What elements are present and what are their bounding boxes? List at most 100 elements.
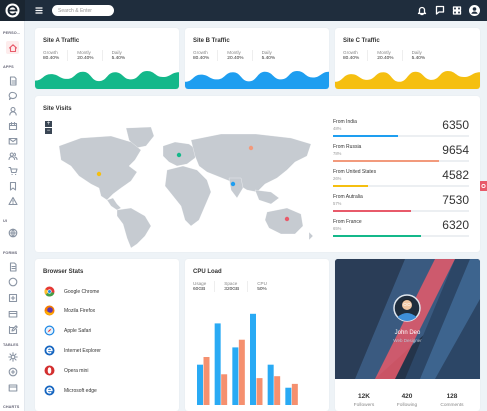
- sidebar-item-calendar[interactable]: [8, 121, 18, 131]
- cpu-bar: [256, 378, 263, 405]
- stat-usage: Usage 60GB: [193, 281, 216, 292]
- sidebar-item-contacts[interactable]: [8, 106, 18, 116]
- progress-fill: [333, 160, 440, 162]
- mail-icon: [8, 137, 18, 145]
- browser-name: Mozila Firefox: [64, 308, 96, 314]
- stat-label: CPU: [257, 281, 267, 286]
- cpu-load-card: CPU Load Usage 60GB Space 320GB CPU 50%: [185, 259, 329, 411]
- stat-label: Daily: [111, 50, 122, 55]
- sidebar-item-ui-elements[interactable]: [8, 228, 18, 238]
- cpu-bar: [214, 323, 221, 405]
- country-name: From India: [333, 119, 357, 125]
- traffic-stats: Growth 80.40% Montly 20.40% Daily 5.40%: [43, 50, 142, 61]
- profile-stat-value: 128: [446, 393, 458, 400]
- edge-icon: [44, 385, 55, 396]
- map-new-zealand: [308, 231, 314, 241]
- cpu-bar: [221, 374, 228, 405]
- stat-label: Usage: [193, 281, 207, 286]
- cpu-bar: [197, 364, 203, 405]
- settings-toggle[interactable]: [479, 181, 487, 191]
- country-percent: 57%: [333, 201, 342, 206]
- stat-daily: Daily 5.40%: [112, 50, 134, 61]
- cpu-bar: [232, 347, 239, 405]
- sidebar-item-form-validation[interactable]: [8, 277, 18, 287]
- stat-label: Growth: [193, 50, 208, 55]
- sidebar-item-chat[interactable]: [8, 91, 18, 101]
- browser-row[interactable]: Apple Safari 07%: [44, 325, 200, 337]
- stat-value: 5.40%: [261, 56, 276, 61]
- sidebar-item-dashboard[interactable]: [6, 41, 19, 54]
- sidebar-item-alerts[interactable]: [8, 196, 18, 206]
- opera-icon: [44, 365, 55, 376]
- profile-cover-background: [335, 259, 480, 379]
- sidebar-item-notes[interactable]: [8, 76, 18, 86]
- world-map: [58, 126, 314, 248]
- sidebar-section-ui: UI: [3, 219, 7, 223]
- ie-icon: [44, 345, 55, 356]
- cpu-stats: Usage 60GB Space 320GB CPU 50%: [193, 281, 284, 292]
- sidebar-section-apps: APPS: [3, 65, 14, 69]
- globe-icon: [8, 228, 18, 238]
- sidebar-item-form-layout[interactable]: [8, 309, 18, 319]
- progress-track: [333, 160, 469, 162]
- logo[interactable]: [0, 0, 25, 21]
- top-bar: [0, 0, 487, 21]
- sidebar-item-table-data[interactable]: [8, 367, 18, 377]
- browser-row[interactable]: Google Chrome 23%: [44, 286, 200, 298]
- sidebar-item-shop[interactable]: [8, 166, 18, 176]
- sidebar-section-personal: PERSO...: [3, 31, 21, 35]
- browser-row[interactable]: Opera mini 23%: [44, 365, 200, 377]
- sidebar-item-bookmarks[interactable]: [8, 181, 18, 191]
- sidebar-item-form-wizard[interactable]: [8, 293, 18, 303]
- cpu-bar: [274, 376, 281, 405]
- browser-row[interactable]: Microsoft edge 09%: [44, 385, 200, 397]
- profile-stat-following: 420 Following: [387, 393, 427, 408]
- stat-label: Daily: [261, 50, 272, 55]
- browser-row[interactable]: Internet Explorer 09%: [44, 345, 200, 357]
- country-value: 6320: [442, 218, 469, 232]
- stat-growth: Growth 80.40%: [43, 50, 69, 61]
- browser-row[interactable]: Mozila Firefox 15%: [44, 305, 200, 317]
- bell-icon[interactable]: [417, 5, 427, 16]
- country-value: 7530: [442, 193, 469, 207]
- search-input[interactable]: [52, 5, 114, 16]
- map-north-america: [58, 135, 142, 201]
- progress-track: [333, 210, 469, 212]
- sidebar-item-email[interactable]: [8, 136, 18, 146]
- stat-label: Montly: [377, 50, 391, 55]
- country-percent: 65%: [333, 226, 342, 231]
- sidebar: PERSO... APPS UI FORMS TABLES CHARTS: [0, 21, 25, 411]
- stat-value: 5.40%: [111, 56, 126, 61]
- bookmark-icon: [9, 181, 17, 191]
- browser-name: Opera mini: [64, 368, 89, 374]
- card-icon: [8, 310, 18, 318]
- country-value: 4582: [442, 168, 469, 182]
- chat-icon[interactable]: [435, 5, 445, 16]
- stat-growth: Growth 80.40%: [343, 50, 369, 61]
- gear-icon: [481, 183, 486, 189]
- profile-stat-label: Followers: [353, 403, 375, 408]
- window-icon: [8, 384, 18, 392]
- sidebar-item-table-layout[interactable]: [8, 383, 18, 393]
- traffic-wave-area: [35, 71, 179, 89]
- map-central-america: [106, 197, 122, 211]
- stat-label: Montly: [227, 50, 241, 55]
- sidebar-item-table-basic[interactable]: [8, 352, 18, 362]
- stat-value: 80.40%: [43, 56, 60, 61]
- map-marker-france: [176, 152, 182, 158]
- sidebar-item-form-basic[interactable]: [8, 262, 18, 272]
- cart-icon: [8, 166, 18, 176]
- menu-icon[interactable]: [35, 6, 43, 15]
- user-avatar-icon[interactable]: [468, 4, 481, 17]
- sidebar-item-form-editor[interactable]: [8, 325, 18, 335]
- stat-monthly: Montly 20.40%: [377, 50, 403, 61]
- progress-fill: [333, 210, 411, 212]
- progress-fill: [333, 235, 422, 237]
- stat-label: Growth: [43, 50, 58, 55]
- safari-icon: [44, 325, 55, 336]
- cpu-load-bar-chart: [197, 313, 298, 405]
- sidebar-item-users[interactable]: [8, 151, 18, 161]
- apps-grid-icon[interactable]: [452, 5, 462, 16]
- circle-icon: [8, 277, 18, 287]
- profile-stat-value: 12K: [358, 393, 370, 400]
